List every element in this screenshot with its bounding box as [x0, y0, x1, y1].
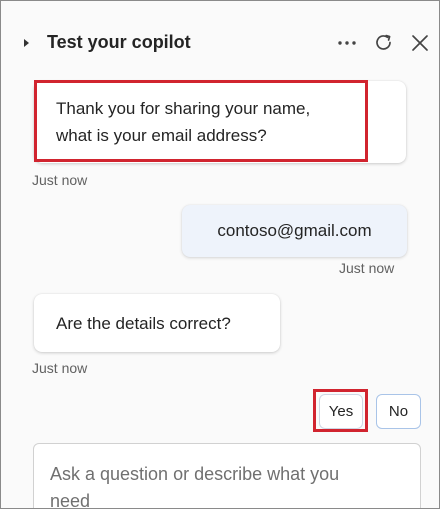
- close-icon[interactable]: [408, 31, 432, 55]
- bot-message-confirm-details: Are the details correct?: [34, 294, 280, 352]
- chat-input-placeholder[interactable]: Ask a question or describe what you need: [50, 461, 404, 509]
- message-text: Are the details correct?: [56, 313, 231, 333]
- bot-message-email-request: Thank you for sharing your name, what is…: [34, 81, 406, 163]
- user-message-email: contoso@gmail.com: [182, 205, 407, 257]
- message-line: what is your email address?: [56, 126, 267, 145]
- message-text: contoso@gmail.com: [217, 221, 372, 240]
- placeholder-line: Ask a question or describe what you: [50, 464, 340, 484]
- message-timestamp: Just now: [32, 360, 88, 376]
- no-button[interactable]: No: [376, 394, 421, 429]
- yes-button[interactable]: Yes: [319, 394, 363, 429]
- placeholder-line: need: [50, 491, 91, 509]
- refresh-icon[interactable]: [372, 31, 396, 55]
- message-line: Thank you for sharing your name,: [56, 99, 311, 118]
- collapse-caret-icon[interactable]: [24, 39, 29, 47]
- message-timestamp: Just now: [339, 260, 395, 276]
- panel-header: Test your copilot: [1, 1, 439, 73]
- test-copilot-panel: Test your copilot Thank you for sharing …: [0, 0, 440, 509]
- panel-title: Test your copilot: [47, 32, 191, 52]
- chat-input[interactable]: Ask a question or describe what you need: [33, 443, 421, 509]
- message-timestamp: Just now: [32, 172, 88, 188]
- more-options-icon[interactable]: [335, 31, 359, 55]
